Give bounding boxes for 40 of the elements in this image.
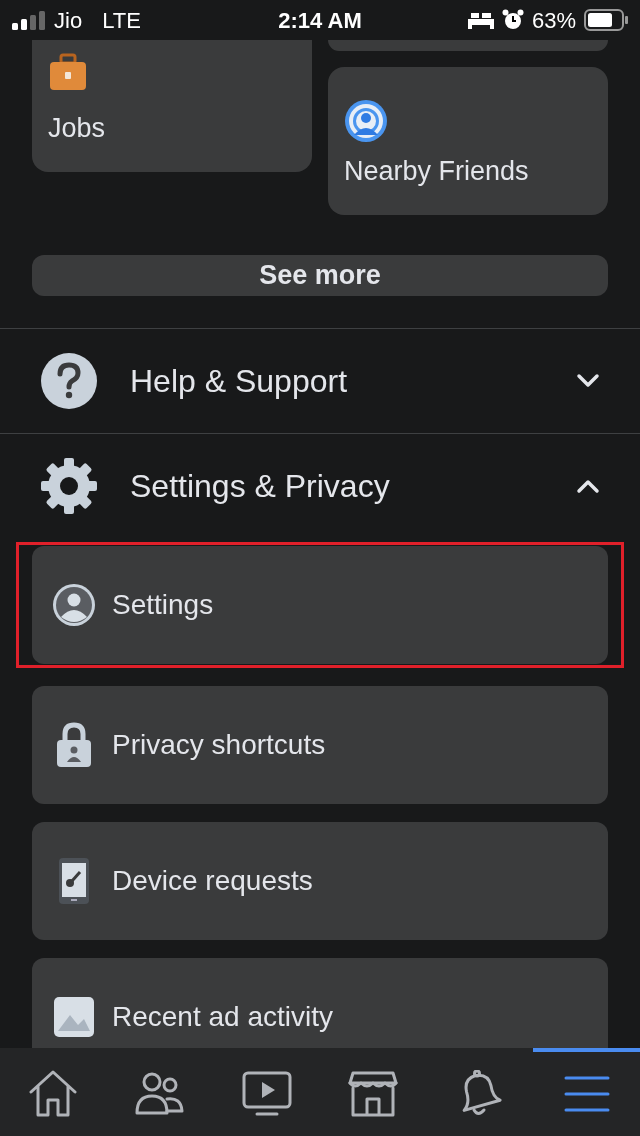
section-header[interactable]: Help & Support bbox=[0, 328, 640, 433]
menu-item[interactable]: Recent ad activity bbox=[32, 957, 608, 1048]
shortcut-label: Jobs bbox=[48, 111, 107, 145]
see-more-button[interactable]: See more bbox=[32, 255, 608, 296]
shortcut-label: Nearby Friends bbox=[344, 154, 530, 188]
chevron-down-icon[interactable] bbox=[576, 372, 600, 389]
menu-icon[interactable] bbox=[563, 1074, 610, 1114]
bed-icon bbox=[467, 11, 494, 29]
menu-item-label: Settings bbox=[112, 587, 214, 622]
shortcut-card[interactable]: Nearby Friends bbox=[328, 67, 608, 215]
image-icon bbox=[54, 996, 94, 1037]
battery-icon bbox=[584, 9, 628, 31]
nearby-person-icon bbox=[344, 98, 388, 143]
gear-icon bbox=[40, 456, 98, 515]
signal-icon bbox=[12, 10, 46, 30]
friends-icon[interactable] bbox=[135, 1072, 185, 1116]
help-icon bbox=[40, 351, 98, 410]
alarm-icon bbox=[501, 9, 524, 31]
menu-item-label: Recent ad activity bbox=[112, 999, 333, 1034]
section-title: Help & Support bbox=[130, 361, 348, 401]
shop-icon[interactable] bbox=[348, 1071, 399, 1117]
menu-item[interactable]: Privacy shortcuts bbox=[32, 685, 608, 804]
menu-item-label: Device requests bbox=[112, 863, 313, 898]
home-icon[interactable] bbox=[28, 1070, 79, 1118]
network-type: LTE bbox=[102, 6, 141, 35]
section-title: Settings & Privacy bbox=[130, 466, 391, 506]
section-header[interactable]: Settings & Privacy bbox=[0, 433, 640, 538]
account-icon bbox=[52, 582, 96, 627]
video-icon[interactable] bbox=[241, 1071, 292, 1117]
shortcut-card[interactable]: Jobs bbox=[32, 40, 312, 172]
phone-key-icon bbox=[57, 856, 91, 905]
carrier-name: Jio bbox=[54, 6, 83, 35]
battery-percent: 63% bbox=[531, 6, 576, 35]
menu-item[interactable]: Settings bbox=[32, 545, 608, 664]
lock-icon bbox=[56, 721, 92, 768]
menu-item-label: Privacy shortcuts bbox=[112, 727, 326, 762]
briefcase-icon bbox=[48, 51, 88, 92]
menu-item[interactable]: Device requests bbox=[32, 821, 608, 940]
clock-time: 2:14 AM bbox=[278, 6, 362, 35]
chevron-up-icon[interactable] bbox=[576, 477, 600, 494]
